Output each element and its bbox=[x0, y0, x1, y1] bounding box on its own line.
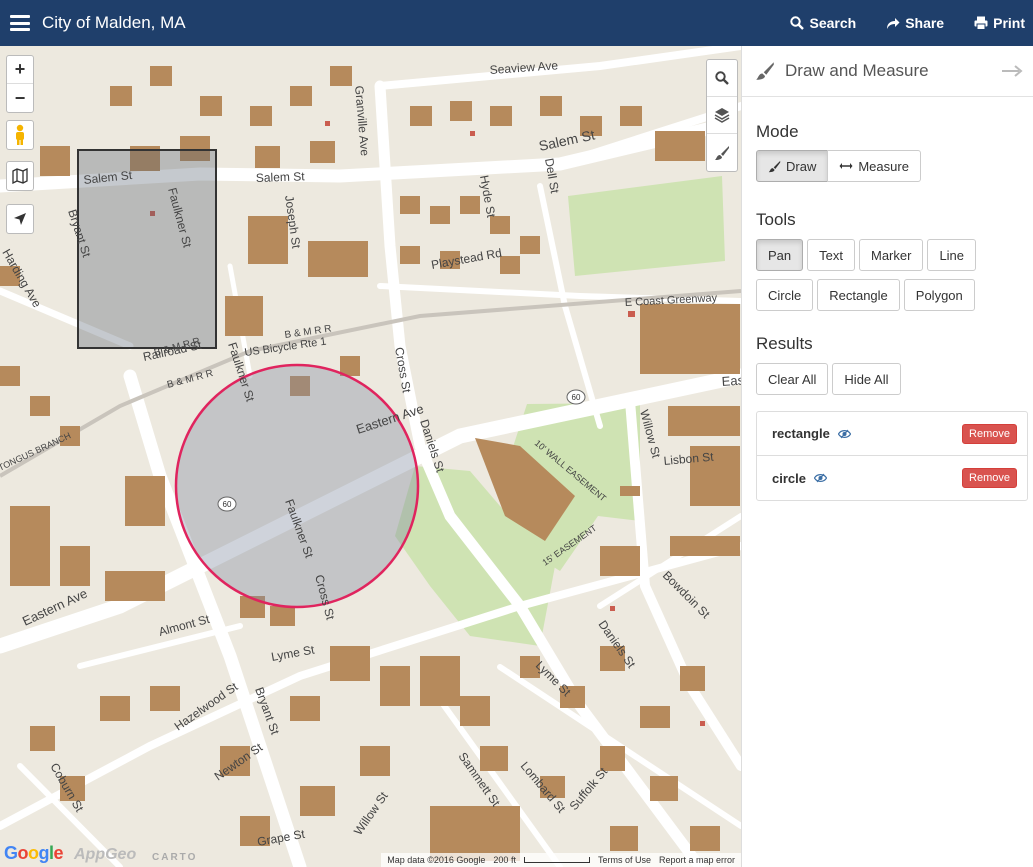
street-label: Bowdoin St bbox=[660, 568, 713, 621]
mode-heading: Mode bbox=[756, 122, 799, 141]
result-item-circle: circle Remove bbox=[757, 456, 1027, 500]
marker-tool-button[interactable]: Marker bbox=[858, 239, 924, 271]
route-60-label: 60 bbox=[223, 500, 232, 509]
map-view[interactable]: 60 60 Seaview Ave Salem St Salem St Sale… bbox=[0, 46, 741, 867]
street-label: Suffolk St bbox=[567, 764, 611, 813]
result-item-rectangle: rectangle Remove bbox=[757, 412, 1027, 456]
polygon-tool-button[interactable]: Polygon bbox=[903, 279, 975, 311]
search-label: Search bbox=[809, 15, 857, 31]
street-label: Willow St bbox=[637, 408, 663, 460]
carto-logo: CARTO bbox=[152, 852, 198, 863]
hide-all-button[interactable]: Hide All bbox=[832, 363, 901, 395]
locate-control bbox=[6, 204, 34, 234]
print-button[interactable]: Print bbox=[959, 0, 1033, 46]
map-canvas[interactable]: 60 60 Seaview Ave Salem St Salem St Sale… bbox=[0, 46, 741, 867]
street-view-control bbox=[6, 120, 34, 150]
results-actions: Clear All Hide All bbox=[756, 363, 901, 395]
basemap-control bbox=[6, 161, 34, 191]
street-label: Lyme St bbox=[270, 642, 316, 663]
print-icon bbox=[974, 16, 988, 30]
share-button[interactable]: Share bbox=[871, 0, 959, 46]
visibility-eye-icon[interactable] bbox=[837, 429, 851, 439]
measure-mode-label: Measure bbox=[858, 158, 909, 174]
basemap-button[interactable] bbox=[7, 162, 33, 190]
results-heading: Results bbox=[756, 334, 813, 353]
report-error-link[interactable]: Report a map error bbox=[659, 855, 735, 865]
remove-circle-button[interactable]: Remove bbox=[962, 468, 1017, 488]
street-label: Salem St bbox=[256, 169, 306, 185]
draw-measure-panel: Draw and Measure Mode Draw Measure Tools… bbox=[741, 46, 1033, 867]
share-icon bbox=[887, 18, 900, 29]
visibility-eye-icon[interactable] bbox=[813, 473, 827, 483]
street-label: Willow St bbox=[351, 789, 391, 838]
draw-mode-label: Draw bbox=[786, 158, 817, 174]
tools-row-2: Circle Rectangle Polygon bbox=[756, 279, 975, 311]
app-title: City of Malden, MA bbox=[42, 13, 186, 32]
search-icon bbox=[790, 16, 805, 30]
scale-bar bbox=[523, 857, 590, 863]
street-label: TONGUS BRANCH bbox=[0, 430, 72, 472]
paintbrush-icon bbox=[715, 145, 729, 160]
terms-link[interactable]: Terms of Use bbox=[598, 855, 651, 865]
route-60-shield: 60 bbox=[217, 496, 237, 512]
street-label: Hyde St bbox=[477, 174, 498, 219]
route-60-label: 60 bbox=[572, 393, 581, 402]
mode-group: Draw Measure bbox=[756, 150, 921, 182]
pegman-button[interactable] bbox=[7, 121, 33, 149]
map-data-credit: Map data ©2016 Google bbox=[387, 855, 486, 865]
park-area bbox=[568, 176, 725, 276]
search-button[interactable]: Search bbox=[775, 0, 871, 46]
circle-tool-button[interactable]: Circle bbox=[756, 279, 814, 311]
search-icon bbox=[715, 71, 729, 85]
scale-label: 200 ft bbox=[493, 855, 516, 865]
top-actions: Search Share Print bbox=[775, 0, 1033, 46]
tools-heading: Tools bbox=[756, 210, 796, 229]
route-60-shield: 60 bbox=[566, 389, 586, 405]
street-label: Salem St bbox=[537, 126, 596, 153]
layers-icon bbox=[714, 108, 730, 123]
location-arrow-icon bbox=[14, 213, 26, 225]
street-label: Granville Ave bbox=[352, 85, 372, 157]
zoom-out-button[interactable]: − bbox=[7, 84, 33, 112]
street-label: Playstead Rd bbox=[430, 246, 503, 272]
results-list: rectangle Remove circle Remove bbox=[756, 411, 1028, 501]
draw-tool-button[interactable] bbox=[707, 134, 737, 171]
zoom-control: + − bbox=[6, 55, 34, 113]
zoom-in-button[interactable]: + bbox=[7, 56, 33, 84]
result-name: circle bbox=[772, 470, 806, 486]
panel-title: Draw and Measure bbox=[785, 61, 929, 80]
top-bar: City of Malden, MA Search Share Print bbox=[0, 0, 1033, 46]
text-tool-button[interactable]: Text bbox=[807, 239, 855, 271]
tools-row-1: Pan Text Marker Line bbox=[756, 239, 977, 271]
layers-button[interactable] bbox=[707, 97, 737, 134]
map-icon bbox=[12, 168, 28, 184]
arrow-right-icon[interactable] bbox=[1001, 65, 1023, 77]
panel-header: Draw and Measure bbox=[742, 46, 1033, 97]
drawn-circle-shape[interactable] bbox=[174, 363, 420, 609]
measure-mode-button[interactable]: Measure bbox=[827, 150, 921, 182]
pegman-icon bbox=[16, 124, 24, 145]
remove-rectangle-button[interactable]: Remove bbox=[962, 423, 1017, 444]
street-label: B & M R R bbox=[166, 368, 214, 391]
street-label: Cross St bbox=[392, 346, 414, 394]
google-logo: Google bbox=[4, 843, 64, 863]
pan-tool-button[interactable]: Pan bbox=[756, 239, 804, 271]
arrows-horizontal-icon bbox=[839, 163, 853, 169]
line-tool-button[interactable]: Line bbox=[927, 239, 977, 271]
tool-control bbox=[706, 59, 738, 172]
rectangle-tool-button[interactable]: Rectangle bbox=[817, 279, 900, 311]
appgeo-logo: AppGeo bbox=[74, 846, 137, 863]
map-search-button[interactable] bbox=[707, 60, 737, 97]
map-attribution: Map data ©2016 Google 200 ft Terms of Us… bbox=[381, 853, 741, 867]
menu-icon[interactable] bbox=[10, 15, 30, 31]
draw-mode-button[interactable]: Draw bbox=[756, 150, 829, 182]
locate-button[interactable] bbox=[7, 205, 33, 233]
result-name: rectangle bbox=[772, 426, 830, 441]
paintbrush-icon bbox=[756, 62, 774, 80]
paintbrush-icon bbox=[768, 160, 781, 172]
print-label: Print bbox=[993, 15, 1025, 31]
share-label: Share bbox=[905, 15, 945, 31]
clear-all-button[interactable]: Clear All bbox=[756, 363, 829, 395]
